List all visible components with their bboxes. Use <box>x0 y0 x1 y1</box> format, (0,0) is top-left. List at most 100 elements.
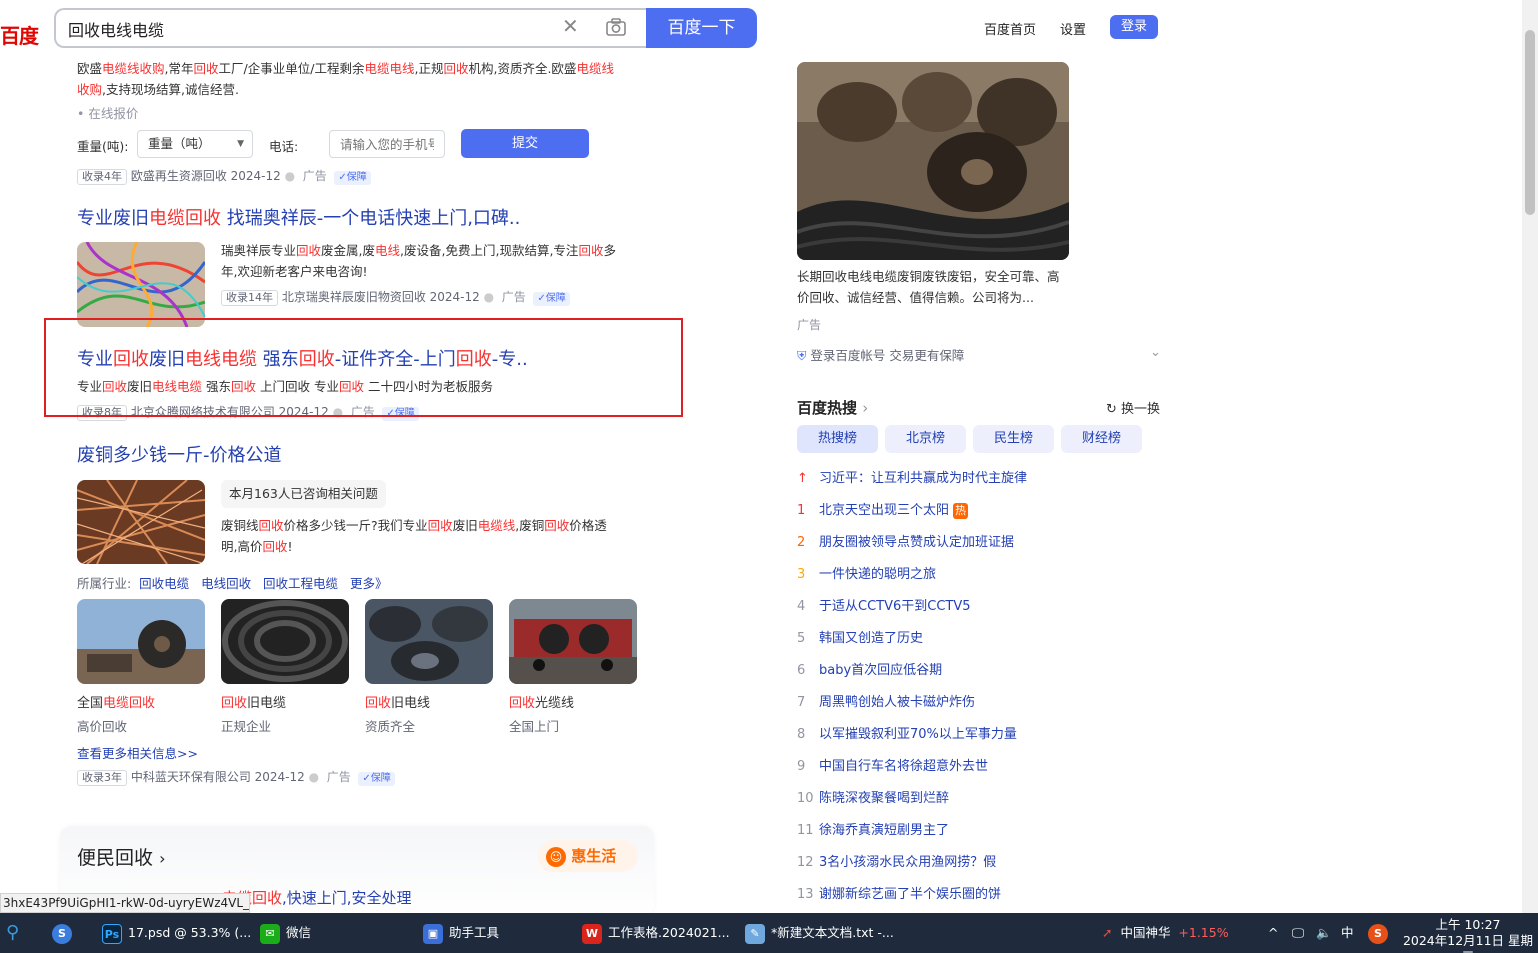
home-link[interactable]: 百度首页 <box>984 19 1036 38</box>
tab-livelihood[interactable]: 民生榜 <box>973 425 1054 453</box>
link-status-bar: 3hxE43Pf9UiGpHI1-rkW-0d-uyryEWz4VL_... <box>0 893 250 913</box>
taskbar-app-wechat[interactable]: ✉ 微信 <box>260 913 311 953</box>
taskbar-app-wps[interactable]: W 工作表格.2024021... <box>582 913 730 953</box>
login-tip-text: 登录百度帐号 交易更有保障 <box>810 348 965 363</box>
more-info-link[interactable]: 查看更多相关信息>> <box>77 743 198 762</box>
baidu-logo[interactable]: 百度 <box>0 20 39 49</box>
search-button[interactable]: 百度一下 <box>646 8 757 48</box>
taskbar-app-notepad[interactable]: ✎ *新建文本文档.txt -... <box>745 913 894 953</box>
camera-icon[interactable] <box>605 17 627 41</box>
smile-icon: ☺ <box>546 846 566 867</box>
ime-indicator[interactable]: 中 <box>1341 913 1354 953</box>
industry-link[interactable]: 回收电缆 <box>139 576 189 591</box>
volume-icon[interactable]: 🔈 <box>1316 913 1332 953</box>
hot-item[interactable]: 11 徐海乔真演短剧男主了 <box>797 819 949 838</box>
guarantee-badge[interactable]: ✓保障 <box>358 772 395 786</box>
source-name: 北京瑞奥祥辰废旧物资回收 2024-12 <box>281 290 480 304</box>
clear-icon[interactable]: ✕ <box>562 16 579 36</box>
hot-item[interactable]: 8 以军摧毁叙利亚70%以上军事力量 <box>797 723 1017 742</box>
clock-time: 上午 10:27 <box>1435 917 1501 932</box>
hot-item[interactable]: ↑ 习近平：让互利共赢成为时代主旋律 <box>797 467 1027 486</box>
hot-item-text: baby首次回应低谷期 <box>819 663 943 678</box>
related-caption-4[interactable]: 回收光缆线 <box>509 692 574 711</box>
search-box[interactable] <box>54 8 648 48</box>
guarantee-badge[interactable]: ✓保障 <box>334 171 371 185</box>
scrollbar-thumb[interactable] <box>1525 30 1535 215</box>
refresh-label: 换一换 <box>1121 402 1161 417</box>
sidebar-ad-desc[interactable]: 长期回收电线电缆废铜废铁废铝，安全可靠、高价回收、诚信经营、值得信赖。公司将为.… <box>797 266 1067 308</box>
submit-button[interactable]: 提交 <box>461 129 589 158</box>
index-tag: 收录4年 <box>77 169 127 185</box>
related-caption-3[interactable]: 回收旧电线 <box>365 692 430 711</box>
related-sub-2: 正规企业 <box>221 719 272 734</box>
hot-item[interactable]: 2 朋友圈被领导点赞成认定加班证据 <box>797 531 1014 550</box>
hot-item[interactable]: 4 于适从CCTV6干到CCTV5 <box>797 595 971 614</box>
related-caption-2[interactable]: 回收旧电缆 <box>221 692 286 711</box>
search-taskbar-icon[interactable]: ⚲ <box>6 913 19 953</box>
result2-thumbnail[interactable] <box>77 242 205 327</box>
search-input[interactable] <box>68 18 548 40</box>
hot-item[interactable]: 5 韩国又创造了历史 <box>797 627 923 646</box>
chevron-down-icon[interactable]: ⌄ <box>1150 345 1161 360</box>
hot-item-text: 中国自行车名将徐超意外去世 <box>819 759 989 774</box>
brand-badge[interactable]: ☺ 惠生活 <box>538 840 638 872</box>
weight-select[interactable]: 重量（吨） ▼ <box>137 130 253 158</box>
hot-item[interactable]: 10 陈晓深夜聚餐喝到烂醉 <box>797 787 949 806</box>
hot-rank: ↑ <box>797 471 808 486</box>
hot-item[interactable]: 1 北京天空出现三个太阳热 <box>797 499 969 519</box>
refresh-button[interactable]: ↻ 换一换 <box>1106 398 1160 417</box>
taskbar-app-photoshop[interactable]: Ps 17.psd @ 53.3% (... <box>102 913 251 953</box>
tab-beijing[interactable]: 北京榜 <box>885 425 966 453</box>
result1-desc: 欧盛电缆线收购,常年回收工厂/企事业单位/工程剩余电缆电线,正规回收机构,资质齐… <box>77 58 647 100</box>
industry-more-link[interactable]: 更多》 <box>350 576 388 591</box>
login-button[interactable]: 登录 <box>1110 15 1158 39</box>
browser-taskbar-icon[interactable]: S <box>52 913 78 953</box>
clock[interactable]: 上午 10:27 2024年12月11日 星期三 <box>1398 913 1538 953</box>
result2-title[interactable]: 专业废旧电缆回收 找瑞奥祥辰-一个电话快速上门,口碑.. <box>77 207 520 231</box>
hot-item[interactable]: 9 中国自行车名将徐超意外去世 <box>797 755 988 774</box>
tab-hot[interactable]: 热搜榜 <box>797 425 878 453</box>
hot-item[interactable]: 6 baby首次回应低谷期 <box>797 659 942 678</box>
clock-date: 2024年12月11日 星期三 <box>1402 933 1534 953</box>
result4-title[interactable]: 废铜多少钱一斤-价格公道 <box>77 444 282 468</box>
related-image-3[interactable] <box>365 599 493 684</box>
result4-meta: 收录3年 中科蓝天环保有限公司 2024-12 ● 广告 ✓保障 <box>77 768 395 786</box>
highlight-keyword: 回收 <box>427 518 453 533</box>
taskbar-app-label: *新建文本文档.txt -... <box>771 925 894 940</box>
convenience-title[interactable]: 便民回收 › <box>77 843 165 870</box>
hot-item[interactable]: 12 3名小孩溺水民众用渔网捞？假 <box>797 851 996 870</box>
related-image-1[interactable] <box>77 599 205 684</box>
result4-thumbnail[interactable] <box>77 480 205 564</box>
industry-link[interactable]: 回收工程电缆 <box>263 576 338 591</box>
hot-item[interactable]: 7 周黑鸭创始人被卡磁炉炸伤 <box>797 691 975 710</box>
industry-link[interactable]: 电线回收 <box>201 576 251 591</box>
hot-item[interactable]: 13 谢娜新综艺画了半个娱乐圈的饼 <box>797 883 1001 902</box>
related-image-2[interactable] <box>221 599 349 684</box>
related-caption-1[interactable]: 全国电缆回收 <box>77 692 155 711</box>
taskbar-app-helper[interactable]: ▣ 助手工具 <box>423 913 499 953</box>
phone-input[interactable] <box>329 130 445 158</box>
chevron-right-icon: › <box>862 399 869 417</box>
hot-search-title[interactable]: 百度热搜 › <box>797 397 868 418</box>
sidebar-ad-image[interactable] <box>797 62 1069 260</box>
settings-link[interactable]: 设置 <box>1060 19 1086 38</box>
convenience-line[interactable]: 电缆回收,快速上门,安全处理 <box>222 887 412 908</box>
highlight-keyword: 回收 <box>262 539 288 554</box>
text-segment: ,废设备,免费上门,现款结算,专注 <box>400 243 579 258</box>
hot-item[interactable]: 3 一件快递的聪明之旅 <box>797 563 936 582</box>
highlight-keyword: 电线 <box>375 243 401 258</box>
related-sub-3: 资质齐全 <box>365 719 416 734</box>
stock-widget[interactable]: ➚ 中国神华 +1.15% <box>1102 913 1229 953</box>
sogou-icon[interactable]: S <box>1368 913 1394 953</box>
login-tip[interactable]: ⛨ 登录百度帐号 交易更有保障 <box>797 345 964 364</box>
text-segment: 瑞奥祥辰专业 <box>221 243 297 258</box>
guarantee-badge[interactable]: ✓保障 <box>533 292 570 306</box>
text-segment: ,废铜 <box>515 518 545 533</box>
text-segment: ,支持现场结算,诚信经营. <box>102 82 239 97</box>
tab-finance[interactable]: 财经榜 <box>1061 425 1142 453</box>
text-segment: 废金属,废 <box>321 243 376 258</box>
guarantee-label: 保障 <box>545 293 566 304</box>
network-icon[interactable]: 🖵 <box>1292 913 1304 953</box>
related-image-4[interactable] <box>509 599 637 684</box>
chevron-up-icon[interactable]: ^ <box>1268 913 1278 953</box>
